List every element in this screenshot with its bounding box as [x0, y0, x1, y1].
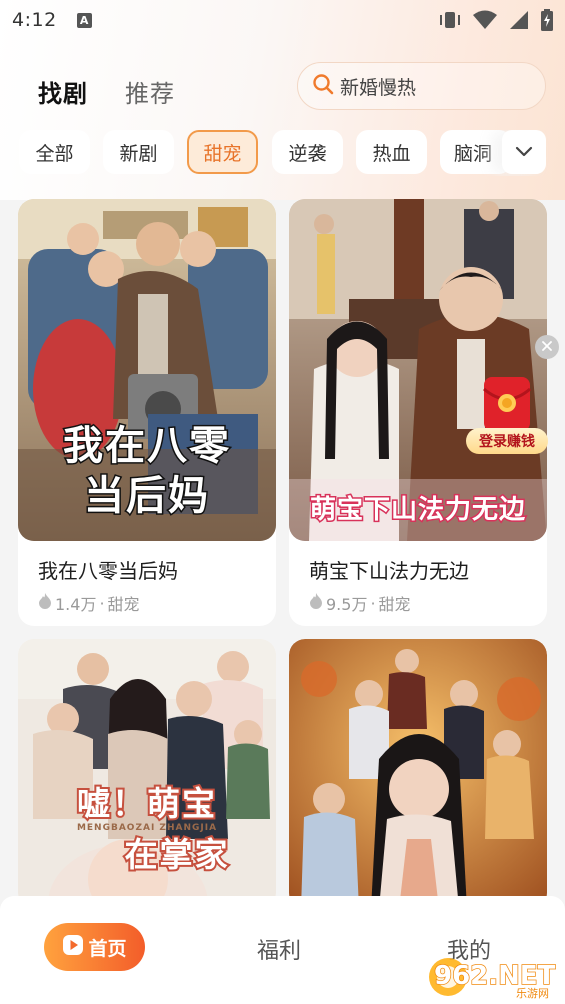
wifi-icon	[473, 10, 497, 30]
flame-icon	[38, 593, 52, 613]
tab-recommend[interactable]: 推荐	[125, 74, 175, 109]
nav-home-label: 首页	[88, 937, 127, 960]
drama-card[interactable]	[289, 639, 547, 909]
drama-tag: 甜宠	[107, 595, 140, 614]
watermark-logo: 962.NET 乐游网	[429, 958, 556, 1000]
drama-plays: 1.4万	[55, 595, 97, 614]
poster-title-line-1: 我在八零	[62, 422, 231, 471]
drama-title: 萌宝下山法力无边	[309, 559, 469, 583]
drama-plays: 9.5万	[326, 595, 368, 614]
category-chips: 全部 新剧 甜宠 逆袭 热血 脑洞	[0, 130, 565, 176]
drama-meta: 9.5万 · 甜宠	[309, 591, 411, 615]
expand-categories-button[interactable]	[502, 130, 546, 174]
search-placeholder: 新婚慢热	[340, 76, 417, 99]
battery-icon	[541, 9, 553, 31]
drama-tag: 甜宠	[378, 595, 411, 614]
search-input[interactable]: 新婚慢热	[297, 62, 546, 110]
notification-icon: A	[76, 12, 92, 28]
tab-find[interactable]: 找剧	[38, 74, 88, 109]
chevron-down-icon	[515, 143, 533, 162]
drama-meta: 1.4万 · 甜宠	[38, 591, 140, 615]
status-bar: 4:12 A	[0, 0, 565, 40]
drama-title: 我在八零当后妈	[38, 559, 178, 583]
poster-title-line-2: 当后妈	[83, 472, 210, 521]
flame-icon	[309, 593, 323, 613]
site-watermark: 962.NET 乐游网	[426, 955, 560, 1000]
drama-poster[interactable]: 萌宝下山法力无边	[289, 199, 547, 541]
nav-home-button[interactable]: 首页	[44, 923, 145, 971]
signal-icon	[509, 10, 529, 30]
drama-poster[interactable]	[289, 639, 547, 909]
status-time: 4:12	[12, 9, 57, 31]
chip-new[interactable]: 新剧	[103, 130, 174, 174]
drama-card[interactable]: 嘘！萌宝 MENGBAOZAI ZHANGJIA 在掌家	[18, 639, 276, 909]
chip-all[interactable]: 全部	[19, 130, 90, 174]
poster-title: 萌宝下山法力无边	[308, 494, 526, 527]
poster-title-line-1: 嘘！萌宝	[75, 782, 217, 825]
svg-text:乐游网: 乐游网	[516, 987, 549, 999]
nav-welfare[interactable]: 福利	[257, 933, 301, 965]
drama-poster[interactable]: 嘘！萌宝 MENGBAOZAI ZHANGJIA 在掌家	[18, 639, 276, 909]
login-earn-promo[interactable]: 登录赚钱	[466, 375, 548, 457]
play-icon	[62, 934, 84, 961]
promo-label: 登录赚钱	[466, 428, 548, 454]
vibrate-icon	[439, 10, 461, 30]
chip-brainhole[interactable]: 脑洞	[440, 130, 511, 174]
poster-subtitle: MENGBAOZAI ZHANGJIA	[76, 823, 218, 833]
chip-passion[interactable]: 热血	[356, 130, 427, 174]
search-icon	[312, 73, 334, 99]
chip-sweet[interactable]: 甜宠	[187, 130, 258, 174]
drama-poster[interactable]: 我在八零 当后妈	[18, 199, 276, 541]
drama-card[interactable]: 我在八零 当后妈 我在八零当后妈 1.4万 · 甜宠	[18, 199, 276, 626]
chip-counterattack[interactable]: 逆袭	[272, 130, 343, 174]
top-tabs: 找剧 推荐 新婚慢热	[0, 62, 565, 114]
poster-title-line-2: 在掌家	[123, 833, 230, 876]
close-icon	[542, 339, 552, 355]
promo-close-button[interactable]	[535, 335, 559, 359]
poster-image	[289, 639, 547, 909]
